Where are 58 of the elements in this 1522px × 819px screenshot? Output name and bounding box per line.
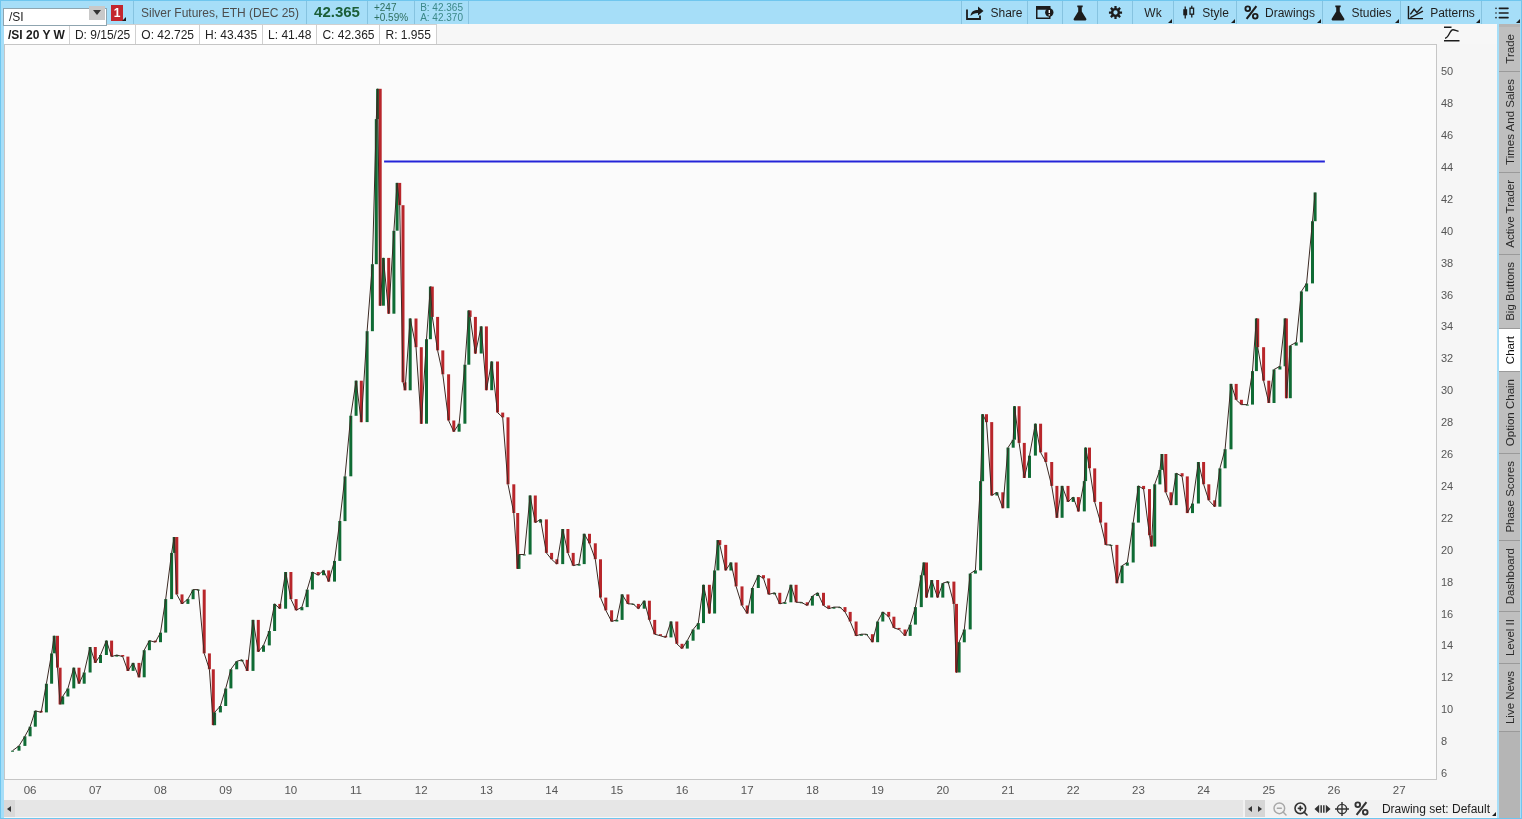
y-axis-label: 34 <box>1441 320 1454 333</box>
y-axis-label: 32 <box>1441 352 1454 365</box>
x-axis-label: 17 <box>740 784 754 796</box>
ohlc-value: O: 42.725 <box>136 24 200 44</box>
y-axis-label: 48 <box>1441 97 1454 110</box>
y-axis-label: 44 <box>1441 160 1454 173</box>
y-axis-label: 8 <box>1441 735 1448 748</box>
x-axis-label: 15 <box>610 784 624 796</box>
y-axis-label: 10 <box>1441 703 1454 716</box>
net-change: +247 <box>373 2 398 13</box>
y-axis-label: 14 <box>1441 639 1454 652</box>
x-axis-label: 22 <box>1066 784 1080 796</box>
x-axis-label: 24 <box>1197 784 1210 796</box>
y-axis-label: 40 <box>1441 224 1454 237</box>
x-axis-label: 07 <box>88 784 102 796</box>
y-axis-label: 46 <box>1441 129 1454 142</box>
y-axis-label: 30 <box>1441 384 1454 397</box>
x-axis-label: 10 <box>284 784 298 796</box>
y-axis-label: 6 <box>1441 767 1448 779</box>
ohlc-value: H: 43.435 <box>200 24 264 44</box>
y-axis-label: 50 <box>1441 65 1454 78</box>
x-axis-label: 13 <box>480 784 493 796</box>
x-axis-label: 21 <box>1001 784 1015 796</box>
y-axis-label: 20 <box>1441 543 1454 556</box>
y-axis-label: 12 <box>1441 671 1454 684</box>
y-axis-label: 28 <box>1441 416 1454 429</box>
instrument-description: Silver Futures, ETH (DEC 25) <box>140 4 301 22</box>
x-axis-label: 14 <box>545 784 559 796</box>
x-axis-label: 27 <box>1392 784 1406 796</box>
y-axis-label: 24 <box>1441 479 1454 492</box>
ohlc-value: L: 41.48 <box>263 24 318 44</box>
x-axis-label: 12 <box>414 784 428 796</box>
y-axis-label: 42 <box>1441 192 1454 205</box>
x-axis-label: 06 <box>23 784 37 796</box>
y-axis-label: 36 <box>1441 288 1454 301</box>
x-axis-label: 23 <box>1132 784 1145 796</box>
x-axis-label: 08 <box>154 784 167 796</box>
percent-change: +0.59% <box>373 12 409 23</box>
chart-title: /SI 20 Y W <box>4 24 70 44</box>
y-axis-label: 22 <box>1441 511 1454 524</box>
y-axis-label: 26 <box>1441 448 1454 460</box>
x-axis-label: 19 <box>871 784 884 796</box>
ohlc-value: R: 1.955 <box>380 24 437 44</box>
x-axis-label: 16 <box>675 784 689 796</box>
x-axis-label: 09 <box>219 784 233 796</box>
y-axis-label: 38 <box>1441 256 1454 269</box>
last-price: 42.365 <box>313 2 361 23</box>
ask-price: A: 42.370 <box>420 12 463 23</box>
y-axis-label: 18 <box>1441 575 1454 588</box>
x-axis-label: 20 <box>936 784 950 796</box>
x-axis-label: 25 <box>1262 784 1276 796</box>
ohlc-value: C: 42.365 <box>317 24 381 44</box>
bid-price: B: 42.365 <box>420 2 463 13</box>
y-axis-label: 16 <box>1441 607 1454 620</box>
ohlc-value: D: 9/15/25 <box>69 24 137 44</box>
x-axis-label: 11 <box>350 784 363 796</box>
x-axis-label: 18 <box>806 784 819 796</box>
x-axis-label: 26 <box>1327 784 1341 796</box>
